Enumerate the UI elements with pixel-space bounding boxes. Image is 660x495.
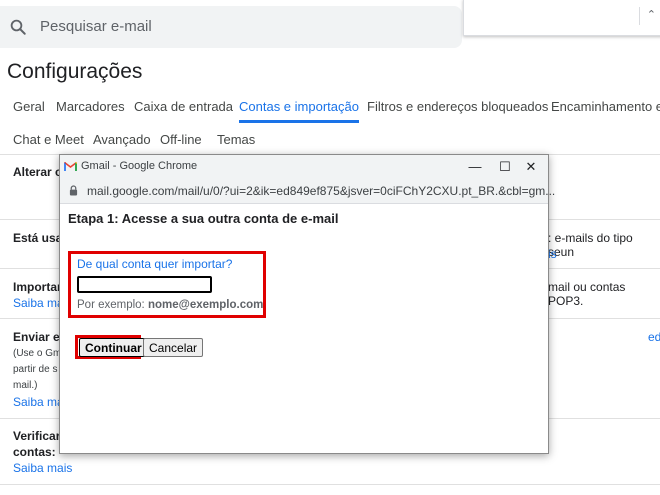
- section-enviar: Enviar e-: [13, 330, 64, 344]
- top-popup: ⌃: [463, 0, 660, 36]
- import-question-label: De qual conta quer importar?: [77, 257, 233, 271]
- tab-geral[interactable]: Geral: [13, 99, 45, 123]
- section-verificar: Verificar: [13, 429, 61, 443]
- tab-avancado[interactable]: Avançado: [93, 132, 151, 156]
- window-titlebar[interactable]: Gmail - Google Chrome — ☐ ✕: [60, 155, 548, 179]
- tab-off-line[interactable]: Off-line: [160, 132, 202, 156]
- lock-icon: [69, 185, 78, 196]
- esta-usando-link[interactable]: is: [548, 247, 557, 261]
- page-title: Configurações: [7, 60, 143, 83]
- tab-temas[interactable]: Temas: [217, 132, 255, 156]
- search-bar[interactable]: Pesquisar e-mail: [0, 6, 462, 48]
- example-hint: Por exemplo: nome@exemplo.com: [77, 299, 263, 311]
- importar-desc: mail ou contas POP3.: [548, 280, 626, 308]
- gmail-logo-icon: [64, 161, 77, 171]
- search-icon[interactable]: [9, 18, 27, 36]
- close-button[interactable]: ✕: [516, 156, 546, 178]
- tab-encaminhamento[interactable]: Encaminhamento e P: [551, 99, 660, 123]
- enviar-note-3: mail.): [13, 380, 38, 391]
- cancel-button[interactable]: Cancelar: [143, 338, 204, 357]
- step-title: Etapa 1: Acesse a sua outra conta de e-m…: [68, 211, 339, 226]
- chevron-up-icon[interactable]: ⌃: [647, 8, 656, 21]
- minimize-button[interactable]: —: [460, 156, 490, 178]
- chrome-popup-window: Gmail - Google Chrome — ☐ ✕ mail.google.…: [59, 154, 555, 454]
- section-contas: contas:: [13, 445, 56, 459]
- esta-usando-desc: : e-mails do tipo seun: [548, 231, 633, 259]
- example-prefix: Por exemplo:: [77, 299, 148, 311]
- window-title: Gmail - Google Chrome: [81, 160, 198, 172]
- section-alterar: Alterar c: [13, 165, 62, 179]
- edit-link[interactable]: ed: [648, 330, 660, 344]
- saiba-mais-link[interactable]: Saiba mais: [13, 461, 72, 475]
- example-value: nome@exemplo.com: [147, 299, 264, 311]
- tab-chat-e-meet[interactable]: Chat e Meet: [13, 132, 84, 156]
- tab-marcadores[interactable]: Marcadores: [56, 99, 125, 123]
- section-divider: [0, 484, 660, 485]
- address-bar[interactable]: mail.google.com/mail/u/0/?ui=2&ik=ed849e…: [60, 179, 555, 204]
- tab-contas-e-importacao[interactable]: Contas e importação: [239, 99, 359, 123]
- email-account-input[interactable]: [77, 276, 212, 293]
- section-importar: Importar: [13, 280, 62, 294]
- url-text[interactable]: mail.google.com/mail/u/0/?ui=2&ik=ed849e…: [87, 184, 555, 198]
- popup-divider: [639, 7, 640, 25]
- enviar-note-1: (Use o Gm: [13, 348, 62, 359]
- tab-caixa-de-entrada[interactable]: Caixa de entrada: [134, 99, 233, 123]
- search-input[interactable]: Pesquisar e-mail: [40, 18, 152, 35]
- tab-filtros[interactable]: Filtros e endereços bloqueados: [367, 99, 548, 123]
- continue-button[interactable]: Continuar: [79, 338, 148, 357]
- enviar-note-2: partir de s: [13, 364, 58, 375]
